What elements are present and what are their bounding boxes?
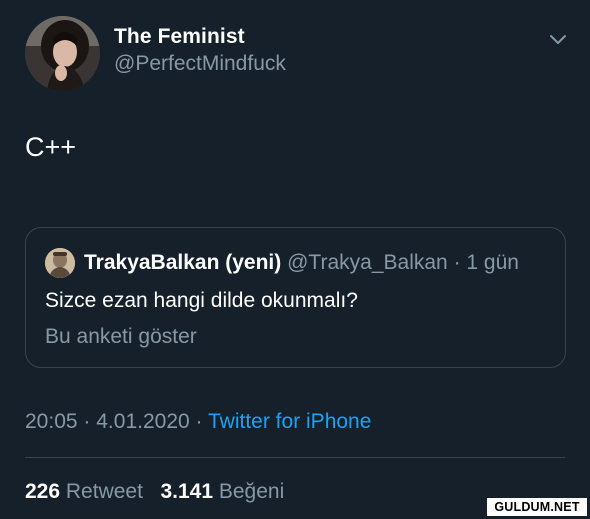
avatar[interactable] <box>25 16 100 91</box>
chevron-down-icon[interactable] <box>546 30 570 50</box>
quoted-tweet-header: TrakyaBalkan (yeni) @Trakya_Balkan · 1 g… <box>84 251 519 275</box>
likes-count[interactable]: 3.141 <box>160 480 213 503</box>
meta-separator: · <box>83 410 91 433</box>
quoted-author-name[interactable]: TrakyaBalkan (yeni) <box>84 251 281 274</box>
tweet-source-link[interactable]: Twitter for iPhone <box>208 410 371 433</box>
retweets-count[interactable]: 226 <box>25 480 60 503</box>
site-watermark: GULDUM.NET <box>487 498 587 516</box>
quoted-tweet-text: Sizce ezan hangi dilde okunmalı? <box>45 289 358 312</box>
quoted-tweet-age: 1 gün <box>466 251 519 274</box>
quoted-separator: · <box>453 251 461 274</box>
author-display-name[interactable]: The Feminist <box>114 25 245 49</box>
quoted-author-handle[interactable]: @Trakya_Balkan <box>287 251 448 274</box>
tweet-meta: 20:05 · 4.01.2020 · Twitter for iPhone <box>25 410 371 434</box>
tweet-stats: 226 Retweet 3.141 Beğeni <box>25 480 284 504</box>
meta-separator: · <box>195 410 203 433</box>
tweet-time: 20:05 <box>25 410 78 433</box>
show-poll-link[interactable]: Bu anketi göster <box>45 325 197 349</box>
quoted-profile-photo-icon <box>45 248 75 278</box>
retweets-label[interactable]: Retweet <box>66 480 143 503</box>
quoted-tweet-card[interactable]: TrakyaBalkan (yeni) @Trakya_Balkan · 1 g… <box>25 227 566 368</box>
tweet-text: C++ <box>25 132 77 162</box>
likes-label[interactable]: Beğeni <box>219 480 284 503</box>
divider <box>25 457 565 458</box>
profile-photo-icon <box>25 16 100 91</box>
quoted-author-avatar <box>45 248 75 278</box>
tweet-date: 4.01.2020 <box>96 410 190 433</box>
author-handle[interactable]: @PerfectMindfuck <box>114 52 286 76</box>
